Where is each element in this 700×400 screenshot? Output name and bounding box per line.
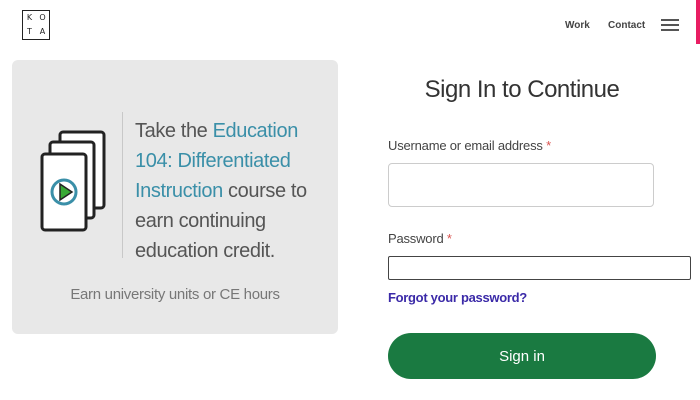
logo-letter-a: A <box>39 27 46 36</box>
required-mark: * <box>446 231 452 246</box>
hamburger-menu-icon[interactable] <box>661 19 679 31</box>
course-promo-panel: Take the Education 104: Differentiated I… <box>12 60 338 334</box>
password-field[interactable] <box>388 256 691 280</box>
nav-link-contact[interactable]: Contact <box>608 20 645 31</box>
forgot-password-link[interactable]: Forgot your password? <box>388 290 527 305</box>
username-label: Username or email address * <box>388 138 551 153</box>
logo-letter-o: O <box>39 13 46 22</box>
edge-accent-bar <box>696 0 700 44</box>
promo-text-prefix: Take the <box>135 120 213 142</box>
page-title: Sign In to Continue <box>424 76 620 103</box>
logo-letter-t: T <box>27 27 32 36</box>
logo-letter-k: K <box>26 13 33 22</box>
nav-link-work[interactable]: Work <box>565 20 590 31</box>
password-label-text: Password <box>388 231 444 246</box>
sign-in-button[interactable]: Sign in <box>388 333 656 379</box>
video-stack-play-icon <box>40 130 106 232</box>
promo-message: Take the Education 104: Differentiated I… <box>135 116 335 266</box>
promo-divider <box>122 112 123 258</box>
kota-logo[interactable]: K O T A <box>22 10 50 40</box>
password-label: Password * <box>388 231 452 246</box>
promo-footnote: Earn university units or CE hours <box>70 286 280 303</box>
username-label-text: Username or email address <box>388 138 543 153</box>
site-header: K O T A Work Contact <box>0 0 700 52</box>
username-field[interactable] <box>388 163 654 207</box>
required-mark: * <box>546 138 551 153</box>
